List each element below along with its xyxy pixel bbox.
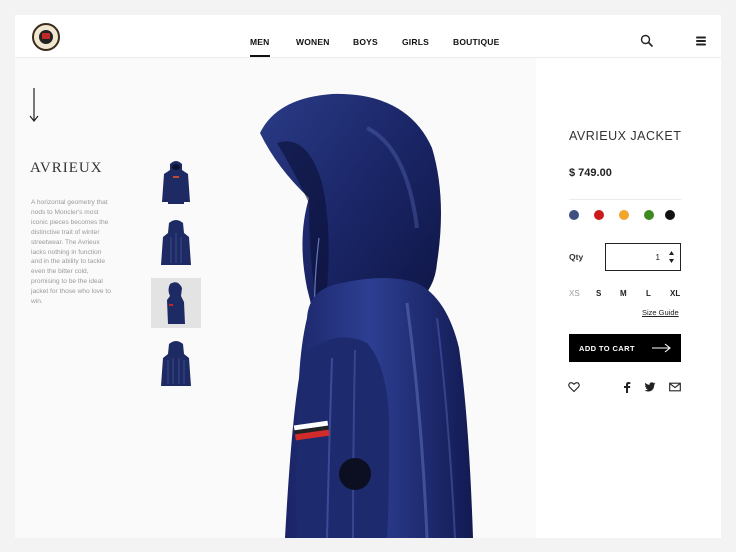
color-swatch[interactable] [594, 210, 604, 220]
mail-icon[interactable] [669, 381, 681, 393]
jacket-back-image [161, 220, 191, 265]
size-l[interactable]: L [646, 289, 651, 298]
jacket-back-full-image [161, 341, 191, 386]
main-nav: MEN WONEN BOYS GIRLS BOUTIQUE [15, 15, 721, 58]
product-info-panel: AVRIEUX JACKET $ 749.00 Qty 1 XS S M L X… [536, 58, 721, 538]
size-guide-link[interactable]: Size Guide [642, 308, 679, 317]
thumbnail-side[interactable] [151, 278, 201, 328]
product-intro-title: AVRIEUX [30, 160, 103, 176]
nav-girls[interactable]: GIRLS [402, 37, 429, 47]
divider [569, 199, 681, 200]
size-m[interactable]: M [620, 289, 627, 298]
color-swatch[interactable] [569, 210, 579, 220]
nav-men[interactable]: MEN [250, 37, 270, 57]
add-to-cart-button[interactable]: ADD TO CART [569, 334, 681, 362]
gallery-panel: AVRIEUX A horizontal geometry that nods … [15, 58, 536, 538]
nav-boutique[interactable]: BOUTIQUE [453, 37, 499, 47]
qty-value[interactable]: 1 [656, 253, 660, 262]
color-swatch[interactable] [665, 210, 675, 220]
arrow-down-icon[interactable] [28, 88, 40, 122]
page: MEN WONEN BOYS GIRLS BOUTIQUE AVRIEUX A … [15, 15, 721, 538]
thumbnail-front[interactable] [151, 157, 201, 207]
qty-label: Qty [569, 252, 584, 262]
color-swatch[interactable] [619, 210, 629, 220]
thumbnail-back-full[interactable] [151, 339, 201, 389]
top-header: MEN WONEN BOYS GIRLS BOUTIQUE [15, 15, 721, 58]
size-xs[interactable]: XS [569, 289, 580, 298]
add-to-cart-label: ADD TO CART [579, 344, 635, 353]
facebook-icon[interactable] [621, 381, 633, 393]
product-description: A horizontal geometry that nods to Moncl… [31, 199, 111, 306]
stepper-arrows-icon[interactable] [668, 250, 675, 264]
arrow-right-icon [652, 343, 671, 353]
nav-boys[interactable]: BOYS [353, 37, 378, 47]
jacket-front-image [162, 161, 190, 204]
product-hero-image [260, 93, 473, 538]
color-swatch[interactable] [644, 210, 654, 220]
quantity-stepper[interactable]: 1 [605, 243, 681, 271]
size-xl[interactable]: XL [670, 289, 680, 298]
search-icon[interactable] [640, 34, 654, 48]
product-title: AVRIEUX JACKET [569, 129, 682, 143]
heart-icon[interactable] [568, 381, 580, 393]
size-s[interactable]: S [596, 289, 601, 298]
nav-women[interactable]: WONEN [296, 37, 330, 47]
thumbnail-back[interactable] [151, 218, 201, 268]
product-price: $ 749.00 [569, 167, 612, 179]
jacket-side-image [167, 282, 185, 324]
menu-icon[interactable] [694, 34, 708, 48]
twitter-icon[interactable] [644, 381, 656, 393]
